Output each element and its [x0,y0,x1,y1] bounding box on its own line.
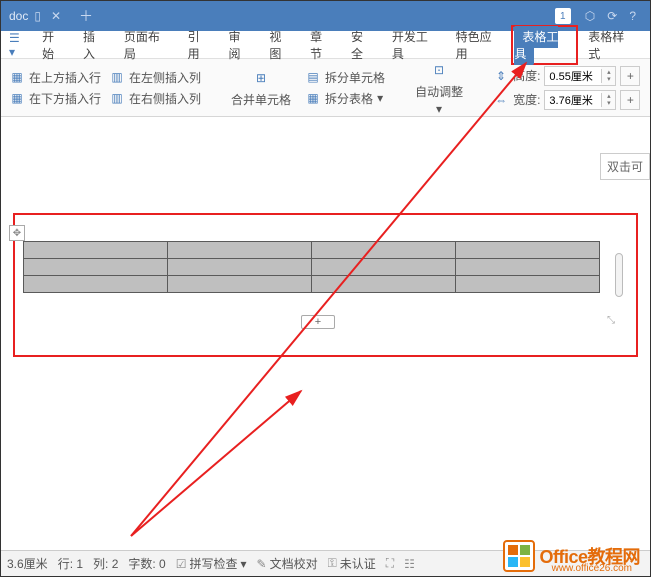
tab-pin-icon[interactable]: ▯ [34,9,41,23]
height-label: 高度: [513,67,540,84]
split-table-icon: ▦ [305,90,321,106]
skin-icon[interactable]: ⬡ [585,9,595,23]
table-resize-handle[interactable]: ⤡ [607,315,615,326]
menu-chapter[interactable]: 章节 [302,24,341,66]
insert-below-icon: ▦ [9,90,25,106]
insert-col-left-button[interactable]: ▥在左侧插入列 [109,69,201,86]
table-row [24,259,600,276]
split-table-button[interactable]: ▦拆分表格▾ [305,90,385,107]
insert-above-icon: ▦ [9,69,25,85]
menu-layout[interactable]: 页面布局 [116,24,178,66]
expand-icon: ⛶ [386,556,394,571]
status-wordcount: 字数: 0 [128,555,165,572]
table-row [24,242,600,259]
spellcheck-icon: ☑ [176,557,187,571]
status-col: 列: 2 [93,555,118,572]
menu-view[interactable]: 视图 [261,24,300,66]
proofread-icon: ✎ [257,557,267,571]
insert-row-above-button[interactable]: ▦在上方插入行 [9,69,101,86]
watermark-logo-icon [503,540,535,572]
file-menu-icon[interactable]: ☰ ▾ [9,31,28,59]
ribbon: ▦在上方插入行 ▦在下方插入行 ▥在左侧插入列 ▥在右侧插入列 ⊞合并单元格 ▤… [1,59,650,117]
status-auth[interactable]: ⚿未认证 [328,555,376,572]
status-expand[interactable]: ⛶ [386,556,394,571]
menu-table-style[interactable]: 表格样式 [580,24,642,66]
merge-icon: ⊞ [250,67,272,89]
auth-icon: ⚿ [328,556,337,571]
watermark-url: www.office26.com [552,563,632,574]
menu-insert[interactable]: 插入 [75,24,114,66]
insert-row-below-button[interactable]: ▦在下方插入行 [9,90,101,107]
status-spellcheck[interactable]: ☑拼写检查▾ [176,555,247,572]
table-side-button[interactable] [615,253,623,297]
split-cell-button[interactable]: ▤拆分单元格 [305,69,385,86]
table-row [24,276,600,293]
autofit-button[interactable]: ⊡自动调整▾ [409,57,469,118]
insert-right-icon: ▥ [109,90,125,106]
height-icon: ⇕ [493,68,509,84]
merge-cells-button[interactable]: ⊞合并单元格 [225,65,297,110]
menu-table-tools[interactable]: 表格工具 [514,26,558,65]
table-move-handle[interactable]: ✥ [9,225,25,241]
width-plus-button[interactable]: + [620,90,640,110]
cloud-icon[interactable]: ⟳ [607,9,617,23]
width-input[interactable]: ▴▾ [544,90,616,110]
split-cell-icon: ▤ [305,69,321,85]
status-structure[interactable]: ☷ [404,557,415,571]
menu-review[interactable]: 审阅 [220,24,259,66]
insert-col-right-button[interactable]: ▥在右侧插入列 [109,90,201,107]
tab-close-icon[interactable]: ✕ [51,9,61,23]
help-icon[interactable]: ? [629,9,636,23]
status-proofread[interactable]: ✎文档校对 [257,555,318,572]
width-label: 宽度: [513,91,540,108]
menu-start[interactable]: 开始 [34,24,73,66]
structure-icon: ☷ [404,557,415,571]
menu-security[interactable]: 安全 [343,24,382,66]
document-table[interactable] [23,241,600,293]
menu-reference[interactable]: 引用 [180,24,219,66]
autofit-icon: ⊡ [428,59,450,81]
notification-badge[interactable]: 1 [555,8,571,24]
width-icon: ⇔ [493,92,509,108]
document-name: doc [9,9,28,23]
height-input[interactable]: ▴▾ [544,66,616,86]
height-plus-button[interactable]: + [620,66,640,86]
status-dimension: 3.6厘米 [7,555,48,572]
menu-bar: ☰ ▾ 开始 插入 页面布局 引用 审阅 视图 章节 安全 开发工具 特色应用 … [1,31,650,59]
hint-tooltip: 双击可 [600,153,650,180]
status-row: 行: 1 [58,555,83,572]
add-row-button[interactable]: + [301,315,335,329]
insert-left-icon: ▥ [109,69,125,85]
